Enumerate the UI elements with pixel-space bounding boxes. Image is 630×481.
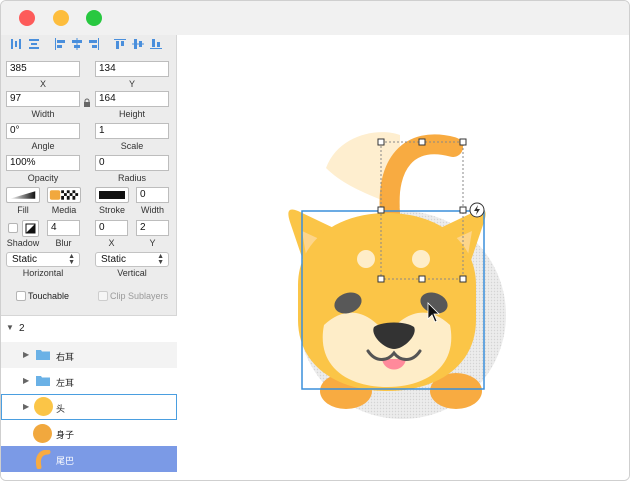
disclosure-open-icon[interactable]: ▼ (6, 323, 14, 332)
shadow-checkbox[interactable] (8, 223, 18, 233)
shadow-y-field[interactable]: 2 (136, 220, 169, 236)
x-label: X (39, 79, 46, 89)
disclosure-closed-icon[interactable]: ▶ (23, 350, 29, 359)
title-bar (1, 1, 629, 35)
lock-icon[interactable] (82, 95, 92, 107)
width-label: Width (31, 109, 55, 119)
opacity-label: Opacity (27, 173, 59, 183)
fill-label: Fill (17, 205, 29, 215)
stroke-width-field[interactable]: 0 (136, 187, 169, 203)
layers-panel: ▼ 2 ▶ 右耳 ▶ 左耳 ▶ 头 身子 尾巴 (1, 315, 177, 480)
media-swatch[interactable] (47, 187, 81, 203)
shadow-color-swatch[interactable] (22, 220, 39, 237)
opacity-field[interactable]: 100% (6, 155, 80, 171)
select-arrows-icon: ▲ ▼ (157, 253, 164, 266)
angle-label: Angle (31, 141, 55, 151)
width-field[interactable]: 97 (6, 91, 80, 107)
shadow-x-label: X (108, 238, 115, 248)
align-right-icon[interactable] (88, 38, 100, 50)
stroke-label: Stroke (98, 205, 125, 215)
right-eyebrow (412, 250, 430, 268)
inspector-panel: 385 X 134 Y 97 Width 164 Height 0° Angle… (1, 35, 177, 480)
layer-name: 头 (56, 404, 66, 414)
align-middle-vertical-icon[interactable] (132, 38, 144, 50)
canvas[interactable] (178, 35, 629, 480)
layer-name: 左耳 (56, 378, 75, 388)
folder-icon (36, 376, 50, 386)
vertical-select[interactable]: Static ▲ ▼ (95, 252, 169, 267)
layer-item[interactable]: ▶ 左耳 (1, 368, 177, 394)
circle-layer-icon (34, 397, 53, 416)
align-left-icon[interactable] (54, 38, 66, 50)
y-label: Y (128, 79, 135, 89)
alignment-toolbar (1, 35, 177, 55)
blur-field[interactable]: 4 (47, 220, 80, 236)
scale-label: Scale (120, 141, 144, 151)
touchable-label: Touchable (28, 291, 70, 301)
resize-handle[interactable] (418, 275, 426, 283)
lightning-icon[interactable] (469, 202, 485, 218)
layer-item[interactable]: ▶ 右耳 (1, 342, 177, 368)
minimize-button[interactable] (53, 10, 69, 26)
resize-handle[interactable] (459, 138, 467, 146)
distribute-vertical-icon[interactable] (10, 38, 22, 50)
radius-field[interactable]: 0 (95, 155, 169, 171)
distribute-horizontal-icon[interactable] (28, 38, 40, 50)
blur-label: Blur (55, 238, 72, 248)
tail-layer-icon (35, 450, 51, 469)
layer-item[interactable]: ▶ 头 (1, 394, 177, 420)
layer-group[interactable]: ▼ 2 (1, 316, 177, 342)
layer-group-name: 2 (19, 323, 25, 334)
layer-item-selected[interactable]: 尾巴 (1, 446, 177, 472)
circle-layer-icon (33, 424, 52, 443)
align-center-horizontal-icon[interactable] (71, 38, 83, 50)
scale-field[interactable]: 1 (95, 123, 169, 139)
angle-field[interactable]: 0° (6, 123, 80, 139)
resize-handle[interactable] (377, 206, 385, 214)
vertical-label: Vertical (117, 268, 147, 278)
stroke-swatch[interactable] (95, 187, 129, 203)
clip-sublayers-label: Clip Sublayers (110, 291, 169, 301)
fill-swatch[interactable] (6, 187, 40, 203)
left-eyebrow (357, 250, 375, 268)
tail[interactable] (379, 134, 463, 223)
resize-handle[interactable] (418, 138, 426, 146)
layer-item[interactable]: 身子 (1, 420, 177, 446)
app-window: 385 X 134 Y 97 Width 164 Height 0° Angle… (0, 0, 630, 481)
shadow-y-label: Y (149, 238, 156, 248)
shadow-label: Shadow (6, 238, 40, 248)
layer-name: 身子 (56, 430, 75, 440)
touchable-checkbox[interactable] (16, 291, 26, 301)
align-top-icon[interactable] (114, 38, 126, 50)
clip-sublayers-checkbox[interactable] (98, 291, 108, 301)
layer-name: 尾巴 (56, 456, 75, 466)
resize-handle[interactable] (377, 275, 385, 283)
layer-name: 右耳 (56, 352, 75, 362)
horizontal-label: Horizontal (22, 268, 64, 278)
disclosure-closed-icon[interactable]: ▶ (23, 376, 29, 385)
resize-handle[interactable] (459, 206, 467, 214)
x-field[interactable]: 385 (6, 61, 80, 77)
shadow-x-field[interactable]: 0 (95, 220, 128, 236)
height-label: Height (118, 109, 145, 119)
height-field[interactable]: 164 (95, 91, 169, 107)
stroke-width-label: Width (140, 205, 164, 215)
disclosure-closed-icon[interactable]: ▶ (23, 402, 29, 411)
media-label: Media (51, 205, 77, 215)
align-bottom-icon[interactable] (150, 38, 162, 50)
radius-label: Radius (117, 173, 146, 183)
vertical-select-value: Static (101, 254, 127, 265)
folder-icon (36, 350, 50, 360)
resize-handle[interactable] (377, 138, 385, 146)
horizontal-select-value: Static (12, 254, 38, 265)
maximize-button[interactable] (86, 10, 102, 26)
horizontal-select[interactable]: Static ▲ ▼ (6, 252, 80, 267)
close-button[interactable] (19, 10, 35, 26)
select-arrows-icon: ▲ ▼ (68, 253, 75, 266)
resize-handle[interactable] (459, 275, 467, 283)
y-field[interactable]: 134 (95, 61, 169, 77)
